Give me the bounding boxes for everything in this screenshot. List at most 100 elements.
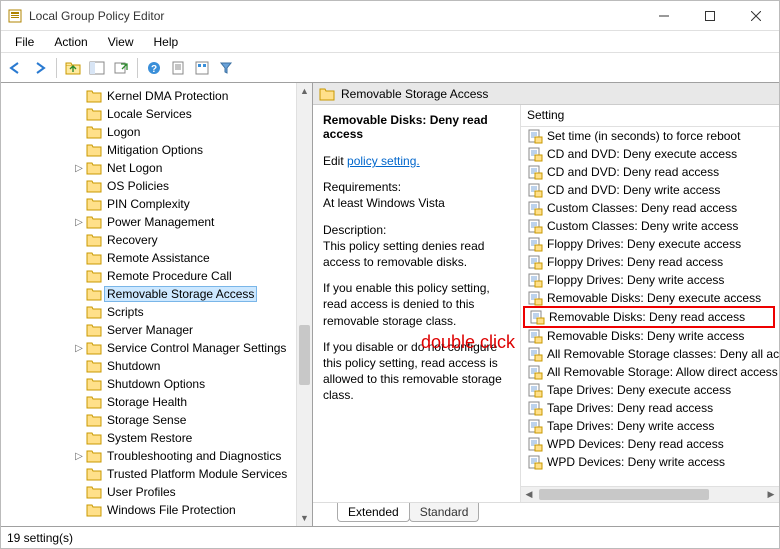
tree-item[interactable]: ▷Troubleshooting and Diagnostics <box>5 447 312 465</box>
menu-help[interactable]: Help <box>144 33 189 51</box>
setting-label: Removable Disks: Deny execute access <box>547 291 761 305</box>
setting-icon <box>527 436 543 452</box>
tree-item[interactable]: Storage Sense <box>5 411 312 429</box>
tree-item[interactable]: User Profiles <box>5 483 312 501</box>
setting-item[interactable]: WPD Devices: Deny write access <box>521 453 779 471</box>
setting-label: Tape Drives: Deny execute access <box>547 383 731 397</box>
tree-item-label: PIN Complexity <box>106 197 191 211</box>
tree-item-label: User Profiles <box>106 485 177 499</box>
setting-item[interactable]: WPD Devices: Deny read access <box>521 435 779 453</box>
setting-item[interactable]: Tape Drives: Deny read access <box>521 399 779 417</box>
tree-item[interactable]: Remote Assistance <box>5 249 312 267</box>
description-label: Description: <box>323 223 386 237</box>
tree-item[interactable]: Trusted Platform Module Services <box>5 465 312 483</box>
tree-item[interactable]: ▷Net Logon <box>5 159 312 177</box>
expand-icon[interactable]: ▷ <box>73 343 85 354</box>
back-button[interactable] <box>5 57 27 79</box>
setting-item[interactable]: CD and DVD: Deny read access <box>521 163 779 181</box>
expand-icon[interactable]: ▷ <box>73 451 85 462</box>
scroll-right-icon[interactable]: ▶ <box>763 489 779 500</box>
tree-item[interactable]: Logon <box>5 123 312 141</box>
setting-item[interactable]: Floppy Drives: Deny execute access <box>521 235 779 253</box>
maximize-button[interactable] <box>687 1 733 31</box>
tree-item[interactable]: Recovery <box>5 231 312 249</box>
tree-item[interactable]: Remote Procedure Call <box>5 267 312 285</box>
settings-list[interactable]: Set time (in seconds) to force rebootCD … <box>521 127 779 486</box>
up-level-button[interactable] <box>62 57 84 79</box>
menubar: File Action View Help <box>1 31 779 53</box>
edit-policy-link[interactable]: policy setting. <box>347 154 420 168</box>
export-button[interactable] <box>110 57 132 79</box>
expand-icon[interactable]: ▷ <box>73 217 85 228</box>
scroll-up-icon[interactable]: ▲ <box>297 83 312 99</box>
tree-item[interactable]: ▷Power Management <box>5 213 312 231</box>
properties-button[interactable] <box>167 57 189 79</box>
category-title: Removable Storage Access <box>341 87 488 101</box>
scroll-left-icon[interactable]: ◀ <box>521 489 537 500</box>
requirements-label: Requirements: <box>323 180 401 194</box>
setting-item[interactable]: Set time (in seconds) to force reboot <box>521 127 779 145</box>
tree-item[interactable]: Mitigation Options <box>5 141 312 159</box>
minimize-button[interactable] <box>641 1 687 31</box>
setting-icon <box>527 328 543 344</box>
tree-item[interactable]: PIN Complexity <box>5 195 312 213</box>
tree-item[interactable]: OS Policies <box>5 177 312 195</box>
window-title: Local Group Policy Editor <box>29 9 641 23</box>
setting-icon <box>527 272 543 288</box>
tree-item[interactable]: Shutdown Options <box>5 375 312 393</box>
tree-item-label: Windows File Protection <box>106 503 237 517</box>
setting-item[interactable]: Removable Disks: Deny write access <box>521 327 779 345</box>
show-hide-tree-button[interactable] <box>86 57 108 79</box>
setting-icon <box>527 236 543 252</box>
folder-icon <box>86 287 102 301</box>
setting-icon <box>527 364 543 380</box>
help-button[interactable]: ? <box>143 57 165 79</box>
settings-header[interactable]: Setting <box>521 105 779 127</box>
setting-item[interactable]: Floppy Drives: Deny write access <box>521 271 779 289</box>
close-button[interactable] <box>733 1 779 31</box>
tree-item[interactable]: ▷Service Control Manager Settings <box>5 339 312 357</box>
menu-file[interactable]: File <box>5 33 44 51</box>
setting-item[interactable]: CD and DVD: Deny write access <box>521 181 779 199</box>
menu-view[interactable]: View <box>98 33 144 51</box>
setting-item[interactable]: All Removable Storage classes: Deny all … <box>521 345 779 363</box>
menu-action[interactable]: Action <box>44 33 97 51</box>
tree-item[interactable]: Storage Health <box>5 393 312 411</box>
tree-pane[interactable]: Kernel DMA ProtectionLocale ServicesLogo… <box>1 83 313 526</box>
tree-item[interactable]: Scripts <box>5 303 312 321</box>
tree-item[interactable]: Kernel DMA Protection <box>5 87 312 105</box>
setting-item[interactable]: Removable Disks: Deny execute access <box>521 289 779 307</box>
tree-item[interactable]: Server Manager <box>5 321 312 339</box>
filter-options-button[interactable] <box>191 57 213 79</box>
tabs: Extended Standard <box>313 502 779 526</box>
setting-item[interactable]: Custom Classes: Deny write access <box>521 217 779 235</box>
setting-icon <box>527 418 543 434</box>
setting-item[interactable]: Removable Disks: Deny read access <box>523 306 775 328</box>
forward-button[interactable] <box>29 57 51 79</box>
filter-button[interactable] <box>215 57 237 79</box>
setting-icon <box>527 164 543 180</box>
setting-item[interactable]: Custom Classes: Deny read access <box>521 199 779 217</box>
setting-item[interactable]: CD and DVD: Deny execute access <box>521 145 779 163</box>
tree-item-label: System Restore <box>106 431 193 445</box>
setting-item[interactable]: Tape Drives: Deny write access <box>521 417 779 435</box>
tab-extended[interactable]: Extended <box>337 503 410 522</box>
folder-icon <box>86 215 102 229</box>
tab-standard[interactable]: Standard <box>409 503 480 522</box>
tree-item[interactable]: Locale Services <box>5 105 312 123</box>
folder-icon <box>86 395 102 409</box>
scroll-down-icon[interactable]: ▼ <box>297 510 312 526</box>
tree-item[interactable]: Windows File Protection <box>5 501 312 519</box>
tree-item[interactable]: System Restore <box>5 429 312 447</box>
expand-icon[interactable]: ▷ <box>73 163 85 174</box>
settings-hscrollbar[interactable]: ◀ ▶ <box>521 486 779 502</box>
setting-item[interactable]: All Removable Storage: Allow direct acce… <box>521 363 779 381</box>
tree-item[interactable]: Shutdown <box>5 357 312 375</box>
setting-icon <box>527 346 543 362</box>
tree-scrollbar[interactable]: ▲ ▼ <box>296 83 312 526</box>
setting-item[interactable]: Tape Drives: Deny execute access <box>521 381 779 399</box>
tree-item[interactable]: Removable Storage Access <box>5 285 312 303</box>
folder-icon <box>86 233 102 247</box>
setting-item[interactable]: Floppy Drives: Deny read access <box>521 253 779 271</box>
tree-item-label: Recovery <box>106 233 159 247</box>
